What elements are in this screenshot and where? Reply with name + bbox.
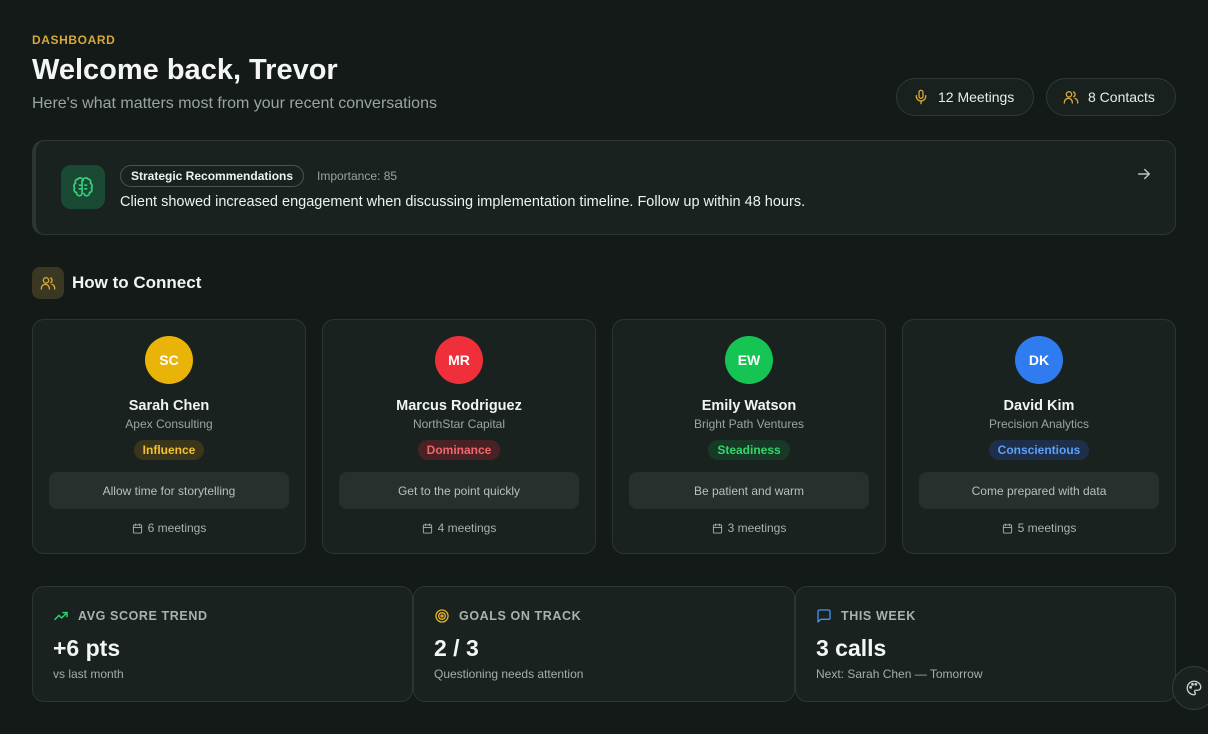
page-title: Welcome back, Trevor	[32, 54, 338, 86]
contacts-count: 8 Contacts	[1088, 89, 1155, 105]
users-icon	[32, 267, 64, 299]
connect-tip: Come prepared with data	[919, 472, 1159, 509]
palette-button[interactable]	[1172, 666, 1208, 710]
dashboard-eyebrow: DASHBOARD	[32, 33, 116, 47]
contact-company: Apex Consulting	[125, 417, 213, 431]
stat-subtext: vs last month	[53, 667, 124, 681]
stat-subtext: Questioning needs attention	[434, 667, 584, 681]
calendar-icon	[422, 522, 432, 534]
stat-label: GOALS ON TRACK	[459, 609, 582, 623]
connect-tip: Allow time for storytelling	[49, 472, 289, 509]
target-icon	[435, 609, 449, 623]
stat-avg-score: AVG SCORE TREND +6 pts vs last month	[32, 586, 413, 702]
stat-value: 2 / 3	[434, 635, 479, 661]
style-badge: Influence	[133, 440, 205, 460]
contact-company: Precision Analytics	[988, 417, 1090, 431]
calendar-icon	[712, 522, 722, 534]
style-badge: Conscientious	[988, 440, 1090, 460]
stat-subtext: Next: Sarah Chen — Tomorrow	[816, 667, 983, 681]
importance-score: Importance: 85	[317, 169, 398, 183]
contact-company: Bright Path Ventures	[693, 417, 805, 431]
avatar: SC	[145, 336, 193, 384]
contact-name: Sarah Chen	[128, 398, 210, 414]
stat-label: THIS WEEK	[841, 609, 916, 623]
meeting-count: 4 meetings	[323, 521, 595, 535]
meeting-count: 5 meetings	[903, 521, 1175, 535]
contacts-pill[interactable]: 8 Contacts	[1046, 78, 1176, 116]
meeting-count: 3 meetings	[613, 521, 885, 535]
brain-icon	[61, 165, 105, 209]
recommendation-tag: Strategic Recommendations	[120, 165, 305, 187]
contact-name: David Kim	[1003, 398, 1075, 414]
section-title: How to Connect	[72, 273, 202, 292]
meeting-count-label: 6 meetings	[147, 521, 207, 535]
contact-card[interactable]: DK David Kim Precision Analytics Conscie…	[902, 319, 1176, 554]
contact-name: Emily Watson	[701, 398, 797, 414]
palette-icon	[1186, 680, 1202, 696]
connect-tip: Be patient and warm	[629, 472, 869, 509]
message-square-icon	[817, 609, 831, 623]
meetings-count: 12 Meetings	[938, 89, 1015, 105]
meeting-count: 6 meetings	[33, 521, 305, 535]
stat-this-week: THIS WEEK 3 calls Next: Sarah Chen — Tom…	[795, 586, 1176, 702]
style-badge: Dominance	[417, 440, 501, 460]
meeting-count-label: 5 meetings	[1017, 521, 1077, 535]
meeting-count-label: 3 meetings	[727, 521, 787, 535]
trending-up-icon	[54, 611, 68, 621]
users-icon	[1063, 91, 1079, 104]
contact-card[interactable]: MR Marcus Rodriguez NorthStar Capital Do…	[322, 319, 596, 554]
stat-label: AVG SCORE TREND	[78, 609, 208, 623]
calendar-icon	[132, 522, 142, 534]
arrow-right-icon[interactable]	[1135, 165, 1153, 183]
avatar: DK	[1015, 336, 1063, 384]
recommendation-card[interactable]: Strategic Recommendations Importance: 85…	[32, 140, 1176, 235]
stat-goals: GOALS ON TRACK 2 / 3 Questioning needs a…	[413, 586, 795, 702]
recommendation-text: Client showed increased engagement when …	[120, 194, 806, 210]
connect-tip: Get to the point quickly	[339, 472, 579, 509]
avatar: MR	[435, 336, 483, 384]
meetings-pill[interactable]: 12 Meetings	[896, 78, 1034, 116]
calendar-icon	[1002, 522, 1012, 534]
page-subtitle: Here's what matters most from your recen…	[32, 95, 437, 112]
stat-value: 3 calls	[816, 635, 887, 661]
contact-card[interactable]: EW Emily Watson Bright Path Ventures Ste…	[612, 319, 886, 554]
avatar: EW	[725, 336, 773, 384]
contact-card[interactable]: SC Sarah Chen Apex Consulting Influence …	[32, 319, 306, 554]
meeting-count-label: 4 meetings	[437, 521, 497, 535]
contact-name: Marcus Rodriguez	[396, 398, 522, 414]
contact-company: NorthStar Capital	[412, 417, 506, 431]
stat-value: +6 pts	[53, 635, 121, 661]
style-badge: Steadiness	[708, 440, 790, 460]
microphone-icon	[915, 89, 927, 105]
